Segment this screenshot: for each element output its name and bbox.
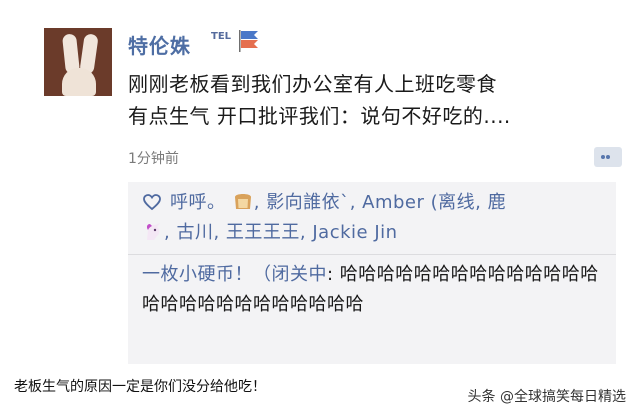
like-separator: , xyxy=(349,192,363,213)
post-text-line-1: 刚刚老板看到我们办公室有人上班吃零食 xyxy=(128,72,497,96)
like-name-3[interactable]: Amber (离线 xyxy=(362,192,475,213)
comment-author[interactable]: 一枚小硬币！（闭关中 xyxy=(142,264,327,285)
moments-post: 特伦姝 TEL 刚刚老板看到我们办公室有人上班吃零食 有点生气 开口批评我们：说… xyxy=(0,0,640,366)
watermark: 头条 @全球搞笑每日精选 xyxy=(467,389,626,405)
comment-button[interactable] xyxy=(594,147,622,167)
tel-badge: TEL xyxy=(211,31,232,42)
heart-icon xyxy=(143,194,161,211)
avatar[interactable] xyxy=(44,28,112,96)
like-name-5[interactable]: 古川 xyxy=(176,222,213,243)
likes-list: 呼呼。 , 影向誰依`, Amber (离线, 鹿 , 古川, 王王王王, Ja… xyxy=(142,188,612,248)
post-text-line-2: 有点生气 开口批评我们：说句不好吃的.... xyxy=(128,104,511,128)
like-name-1[interactable]: 呼呼。 xyxy=(170,192,226,213)
fish-flag-icon xyxy=(239,30,258,52)
post-text: 刚刚老板看到我们办公室有人上班吃零食 有点生气 开口批评我们：说句不好吃的...… xyxy=(128,68,608,132)
comment-colon: : xyxy=(327,264,340,285)
like-name-2[interactable]: 影向誰依` xyxy=(266,192,350,213)
likes-comments-divider xyxy=(128,254,616,255)
like-separator: , xyxy=(299,222,313,243)
caption: 老板生气的原因一定是你们没分给他吃！ xyxy=(14,379,266,395)
like-separator: , xyxy=(253,192,267,213)
likes-comments-box: 呼呼。 , 影向誰依`, Amber (离线, 鹿 , 古川, 王王王王, Ja… xyxy=(128,182,616,364)
comment-item[interactable]: 一枚小硬币！（闭关中: 哈哈哈哈哈哈哈哈哈哈哈哈哈哈哈哈哈哈哈哈哈哈哈哈哈哈 xyxy=(142,260,612,320)
like-separator: , xyxy=(164,222,177,243)
post-timestamp: 1分钟前 xyxy=(128,151,179,167)
like-separator: , xyxy=(213,222,226,243)
like-name-7[interactable]: Jackie Jin xyxy=(312,222,397,243)
avatar-bunny-head xyxy=(62,68,96,96)
like-name-6[interactable]: 王王王王 xyxy=(226,222,300,243)
username[interactable]: 特伦姝 xyxy=(128,30,191,59)
unicorn-emoji-icon xyxy=(146,223,160,240)
comment-dots-icon xyxy=(601,155,610,159)
like-name-4[interactable]: 鹿 xyxy=(488,192,507,213)
bread-emoji-icon xyxy=(234,194,251,209)
like-separator: , xyxy=(475,192,488,213)
